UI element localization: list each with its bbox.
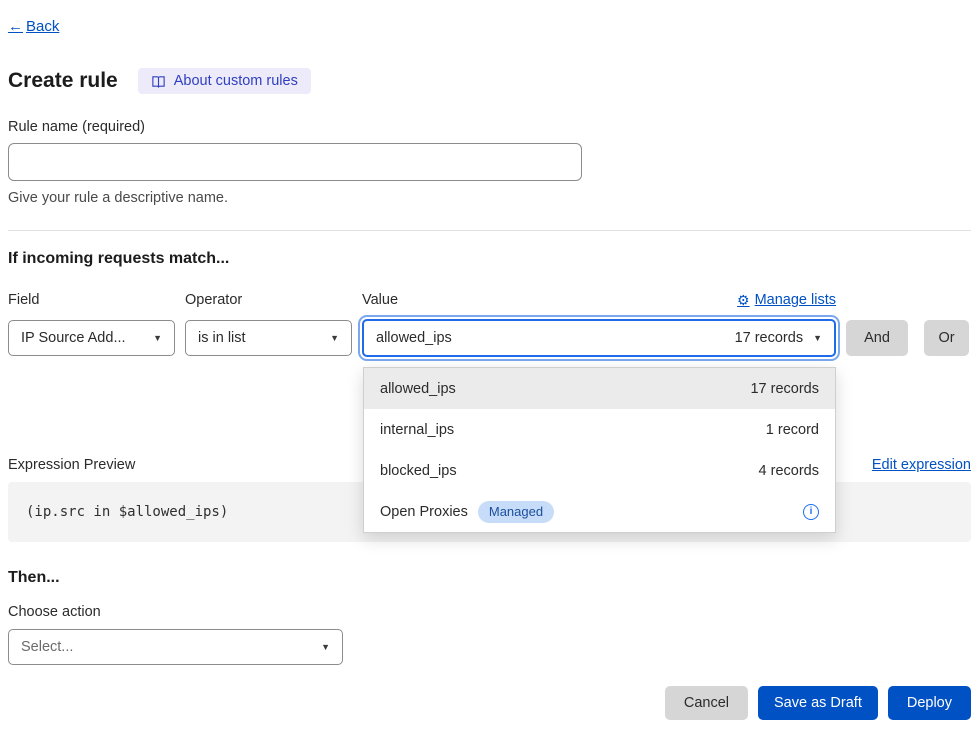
value-options-dropdown: allowed_ips 17 records internal_ips 1 re…	[363, 367, 836, 533]
manage-lists-label: Manage lists	[755, 291, 836, 309]
value-combobox-value: allowed_ips	[376, 330, 452, 346]
value-combobox-records: 17 records	[735, 330, 804, 346]
operator-select[interactable]: is in list ▼	[185, 320, 352, 356]
save-as-draft-button[interactable]: Save as Draft	[758, 686, 878, 720]
about-custom-rules-link[interactable]: About custom rules	[138, 68, 311, 94]
list-item[interactable]: allowed_ips 17 records	[364, 368, 835, 409]
rule-name-helper: Give your rule a descriptive name.	[8, 189, 971, 207]
operator-column-label: Operator	[185, 291, 362, 309]
managed-badge: Managed	[478, 501, 554, 523]
action-select-value: Select...	[21, 639, 73, 655]
title-row: Create rule About custom rules	[8, 68, 971, 94]
page-title: Create rule	[8, 68, 118, 94]
match-builder: Field Operator Value ⚙ Manage lists IP So…	[8, 291, 971, 357]
match-column-labels: Field Operator Value ⚙ Manage lists	[8, 291, 971, 309]
list-item[interactable]: internal_ips 1 record	[364, 409, 835, 450]
about-custom-rules-label: About custom rules	[174, 73, 298, 89]
gear-icon: ⚙	[737, 291, 750, 309]
footer-actions: Cancel Save as Draft Deploy	[8, 686, 971, 720]
value-column-label: Value	[362, 291, 398, 309]
list-option-records: 1 record	[766, 422, 819, 438]
info-icon[interactable]: i	[803, 504, 819, 520]
edit-expression-link[interactable]: Edit expression	[872, 456, 971, 474]
match-heading: If incoming requests match...	[8, 249, 971, 269]
field-select-value: IP Source Add...	[21, 330, 126, 346]
chevron-down-icon: ▼	[153, 333, 162, 343]
match-controls-row: IP Source Add... ▼ is in list ▼ allowed_…	[8, 319, 971, 357]
chevron-down-icon: ▼	[321, 642, 330, 652]
and-button[interactable]: And	[846, 320, 908, 356]
then-heading: Then...	[8, 568, 971, 588]
list-item[interactable]: blocked_ips 4 records	[364, 450, 835, 491]
create-rule-page: ←Back Create rule About custom rules Rul…	[0, 0, 979, 720]
rule-name-input[interactable]	[8, 143, 582, 181]
choose-action-label: Choose action	[8, 603, 971, 621]
operator-select-value: is in list	[198, 330, 246, 346]
cancel-button[interactable]: Cancel	[665, 686, 748, 720]
field-select[interactable]: IP Source Add... ▼	[8, 320, 175, 356]
or-button[interactable]: Or	[924, 320, 969, 356]
list-option-name: allowed_ips	[380, 381, 456, 397]
list-option-name: Open Proxies	[380, 504, 468, 520]
book-icon	[151, 74, 166, 89]
section-divider	[8, 230, 971, 231]
list-option-name: blocked_ips	[380, 463, 457, 479]
chevron-down-icon: ▼	[813, 333, 822, 343]
value-column-label-row: Value ⚙ Manage lists	[362, 291, 836, 309]
value-combobox[interactable]: allowed_ips 17 records ▼	[362, 319, 836, 357]
action-select[interactable]: Select... ▼	[8, 629, 343, 665]
back-arrow-icon: ←	[8, 18, 23, 35]
manage-lists-link[interactable]: ⚙ Manage lists	[737, 291, 836, 309]
expression-preview-label: Expression Preview	[8, 456, 135, 474]
back-link[interactable]: ←Back	[8, 18, 59, 36]
list-option-name: internal_ips	[380, 422, 454, 438]
chevron-down-icon: ▼	[330, 333, 339, 343]
list-option-records: 4 records	[759, 463, 819, 479]
field-column-label: Field	[8, 291, 185, 309]
list-option-records: 17 records	[750, 381, 819, 397]
expression-code: (ip.src in $allowed_ips)	[26, 504, 228, 520]
list-item[interactable]: Open Proxies Managed i	[364, 491, 835, 532]
back-link-label: Back	[26, 18, 59, 35]
rule-name-label: Rule name (required)	[8, 118, 971, 136]
deploy-button[interactable]: Deploy	[888, 686, 971, 720]
